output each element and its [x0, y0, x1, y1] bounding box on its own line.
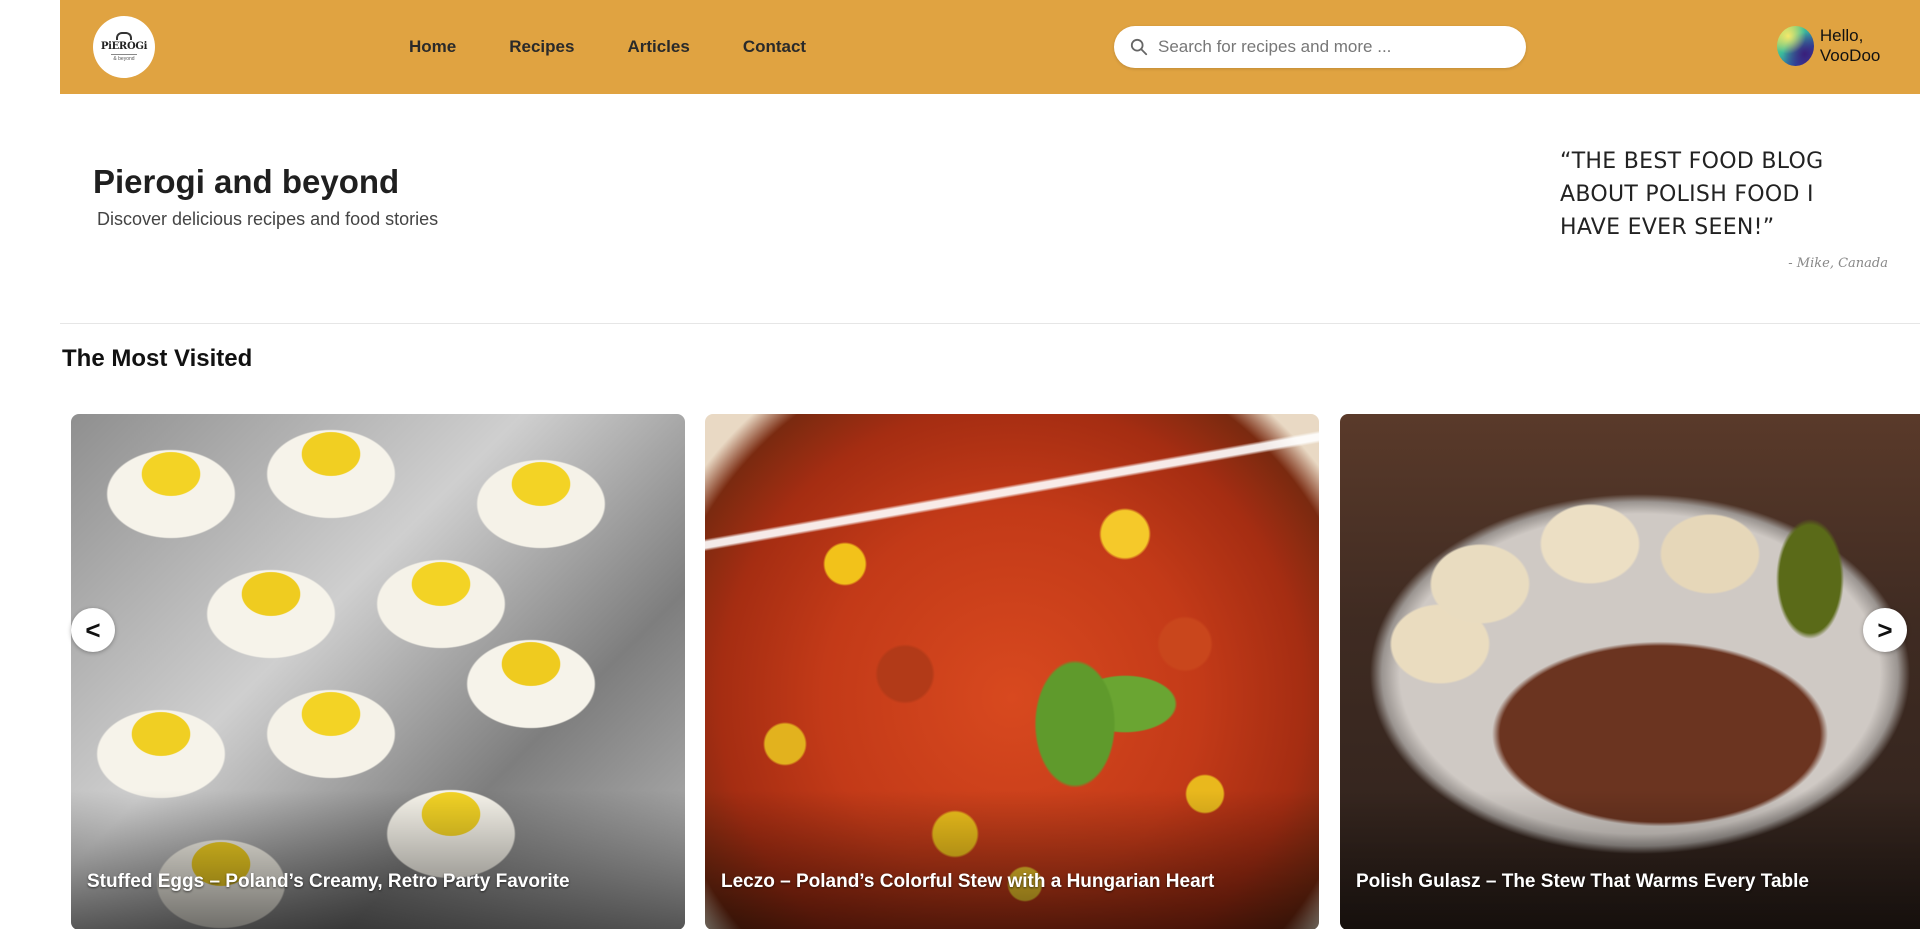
carousel-next-button[interactable]: >	[1863, 608, 1907, 652]
search-input[interactable]	[1156, 36, 1520, 58]
recipe-card[interactable]: Stuffed Eggs – Poland’s Creamy, Retro Pa…	[71, 414, 685, 929]
user-menu[interactable]: Hello, VooDoo	[1777, 24, 1920, 68]
card-overlay	[71, 790, 685, 929]
logo-subtitle: & beyond	[113, 56, 135, 62]
carousel-prev-button[interactable]: <	[71, 608, 115, 652]
site-logo[interactable]: PiEROGi & beyond	[93, 16, 155, 78]
search-box	[1114, 26, 1526, 68]
user-greeting: Hello, VooDoo	[1819, 26, 1881, 65]
card-overlay	[705, 790, 1319, 929]
testimonial-quote: “THE BEST FOOD BLOG ABOUT POLISH FOOD I …	[1560, 149, 1824, 240]
logo-name: PiEROGi	[100, 41, 148, 52]
page: PiEROGi & beyond Home Recipes Articles C…	[60, 0, 1920, 929]
nav-articles[interactable]: Articles	[627, 37, 689, 57]
nav-contact[interactable]: Contact	[743, 37, 806, 57]
avatar[interactable]	[1777, 26, 1814, 66]
testimonial-author: - Mike, Canada	[1788, 256, 1888, 271]
pot-icon	[116, 32, 132, 40]
logo-divider	[111, 54, 137, 55]
recipe-card-title: Leczo – Poland’s Colorful Stew with a Hu…	[721, 871, 1215, 892]
section-title-most-visited: The Most Visited	[62, 345, 253, 372]
nav-recipes[interactable]: Recipes	[509, 37, 574, 57]
recipe-card[interactable]: Polish Gulasz – The Stew That Warms Ever…	[1340, 414, 1920, 929]
main-nav: Home Recipes Articles Contact	[409, 0, 859, 94]
page-title: Pierogi and beyond	[93, 163, 400, 200]
search-icon	[1130, 38, 1148, 56]
recipe-card-title: Polish Gulasz – The Stew That Warms Ever…	[1356, 871, 1809, 892]
section-divider	[60, 323, 1920, 324]
page-subtitle: Discover delicious recipes and food stor…	[97, 209, 439, 229]
recipe-card[interactable]: Leczo – Poland’s Colorful Stew with a Hu…	[705, 414, 1319, 929]
recipe-card-title: Stuffed Eggs – Poland’s Creamy, Retro Pa…	[87, 871, 570, 892]
nav-home[interactable]: Home	[409, 37, 456, 57]
most-visited-carousel: Stuffed Eggs – Poland’s Creamy, Retro Pa…	[60, 414, 1920, 929]
card-overlay	[1340, 790, 1920, 929]
site-header: PiEROGi & beyond Home Recipes Articles C…	[60, 0, 1920, 94]
